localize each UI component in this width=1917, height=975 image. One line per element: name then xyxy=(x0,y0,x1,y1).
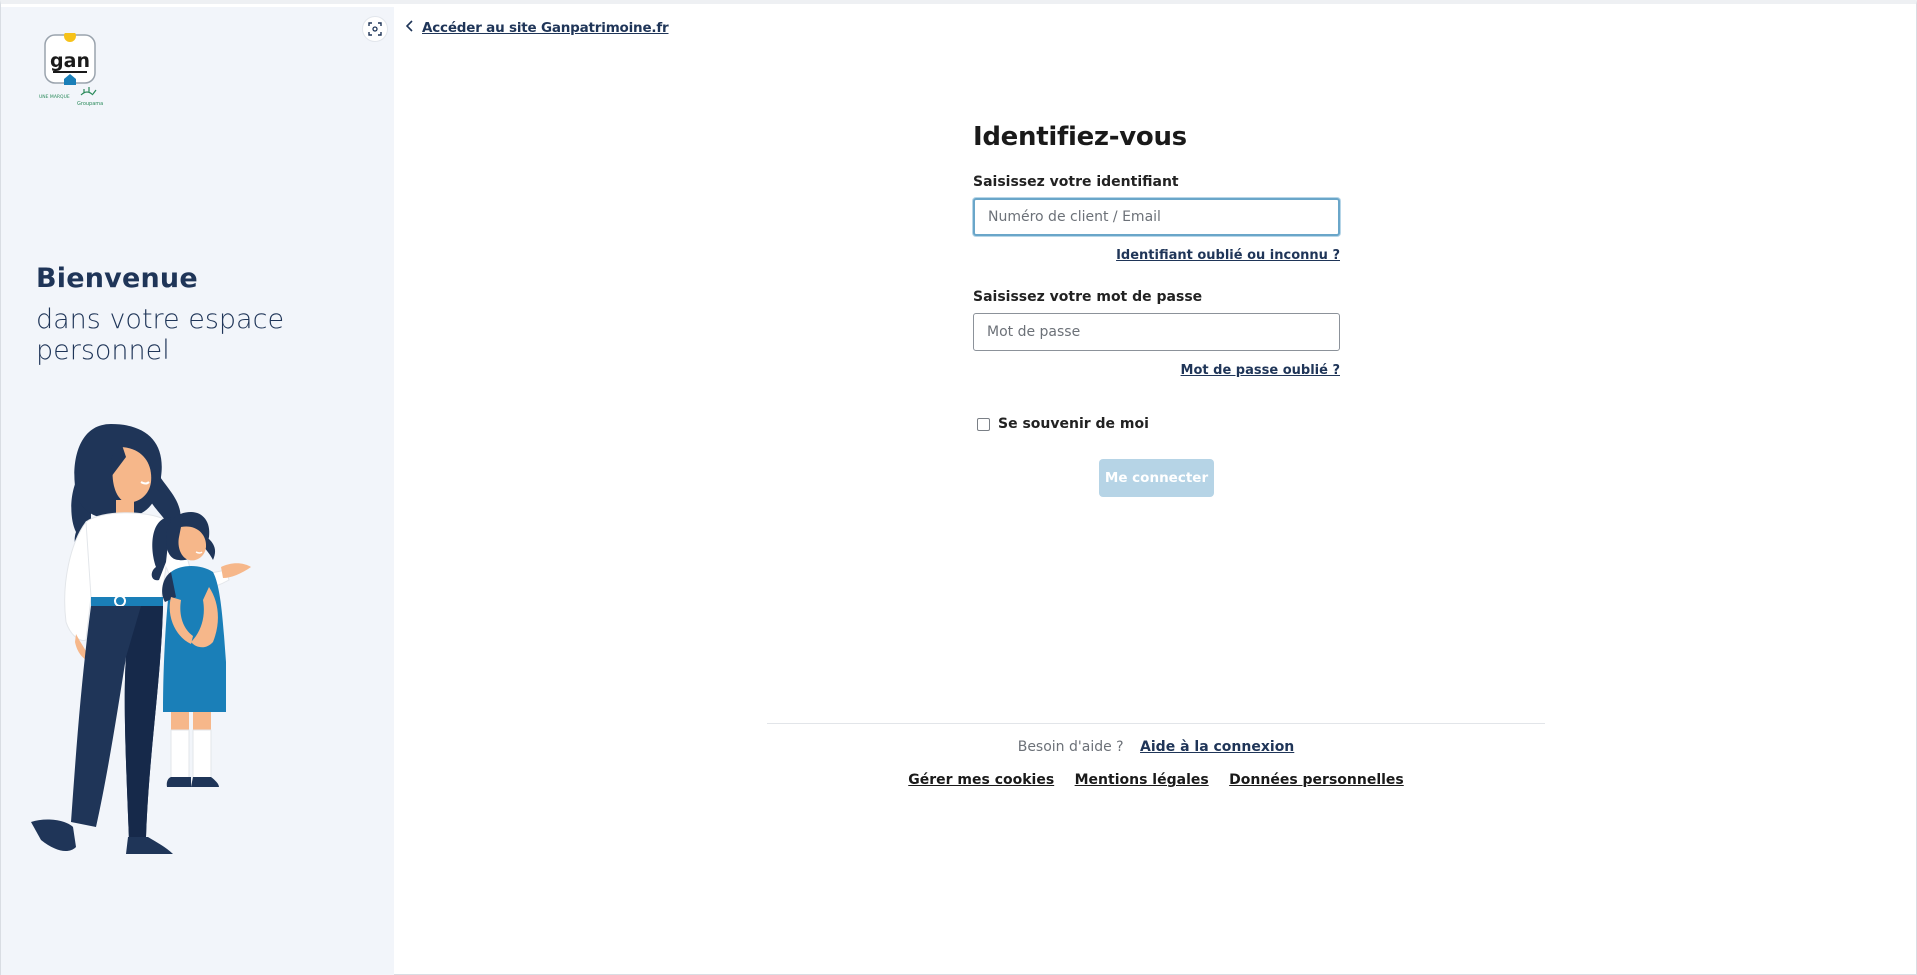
identifier-forgot-row: Identifiant oublié ou inconnu ? xyxy=(973,244,1340,263)
welcome-title: Bienvenue xyxy=(36,263,198,294)
svg-text:Groupama: Groupama xyxy=(77,101,103,107)
legal-notice-link[interactable]: Mentions légales xyxy=(1075,772,1209,788)
cookies-link[interactable]: Gérer mes cookies xyxy=(908,772,1054,788)
login-title: Identifiez-vous xyxy=(973,122,1187,152)
password-forgot-link[interactable]: Mot de passe oublié ? xyxy=(1181,363,1340,378)
remember-me-row: Se souvenir de moi xyxy=(973,416,1340,432)
browser-frame: gan UNE MARQUE Groupama Bienvenue dans v… xyxy=(0,0,1917,975)
password-label: Saisissez votre mot de passe xyxy=(973,289,1203,305)
gan-logo[interactable]: gan UNE MARQUE Groupama xyxy=(37,30,109,111)
back-link-label[interactable]: Accéder au site Ganpatrimoine.fr xyxy=(422,20,669,36)
back-to-site-link[interactable]: Accéder au site Ganpatrimoine.fr xyxy=(405,20,669,36)
welcome-heading: Bienvenue dans votre espace personnel xyxy=(36,263,376,366)
personal-data-link[interactable]: Données personnelles xyxy=(1229,772,1404,788)
identifier-input[interactable] xyxy=(973,198,1340,236)
help-question: Besoin d'aide ? xyxy=(1017,739,1124,755)
login-form: Identifiez-vous Saisissez votre identifi… xyxy=(973,122,1340,497)
password-input[interactable] xyxy=(973,313,1340,351)
svg-text:UNE MARQUE: UNE MARQUE xyxy=(39,94,70,100)
remember-me-label[interactable]: Se souvenir de moi xyxy=(998,416,1149,432)
chevron-left-icon xyxy=(405,20,414,36)
help-link[interactable]: Aide à la connexion xyxy=(1140,739,1294,755)
welcome-panel: gan UNE MARQUE Groupama Bienvenue dans v… xyxy=(1,7,394,975)
help-row: Besoin d'aide ? Aide à la connexion xyxy=(767,739,1545,755)
remember-me-checkbox[interactable] xyxy=(977,417,990,431)
password-forgot-row: Mot de passe oublié ? xyxy=(973,359,1340,378)
submit-row: Me connecter xyxy=(973,459,1340,497)
identifier-label: Saisissez votre identifiant xyxy=(973,174,1179,190)
login-button[interactable]: Me connecter xyxy=(1099,459,1214,497)
legal-links: Gérer mes cookies Mentions légales Donné… xyxy=(767,772,1545,788)
family-illustration xyxy=(31,422,281,932)
svg-text:gan: gan xyxy=(50,50,90,72)
focus-mode-icon[interactable] xyxy=(362,16,388,42)
welcome-subtitle: dans votre espace personnel xyxy=(36,304,285,366)
footer-divider xyxy=(767,723,1545,724)
identifier-forgot-link[interactable]: Identifiant oublié ou inconnu ? xyxy=(1116,248,1340,263)
